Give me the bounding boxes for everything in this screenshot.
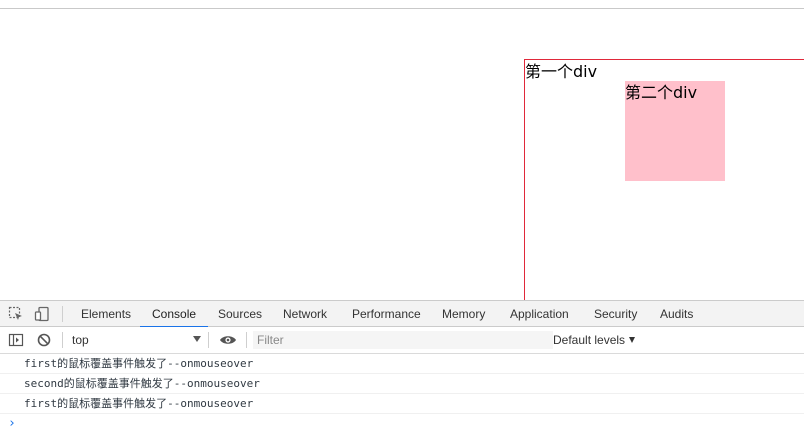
- levels-dropdown-arrow-icon: [629, 337, 636, 343]
- first-div-label: 第一个div: [525, 62, 598, 81]
- console-log-row: first的鼠标覆盖事件触发了--onmouseover: [0, 394, 804, 414]
- console-filter-input[interactable]: [253, 331, 553, 349]
- console-toolbar: top Default levels: [0, 327, 804, 354]
- tabbar-separator: [62, 306, 63, 322]
- console-log-row: first的鼠标覆盖事件触发了--onmouseover: [0, 354, 804, 374]
- toolbar-separator: [246, 332, 247, 348]
- page-top-divider: [0, 8, 804, 9]
- second-div-box[interactable]: 第二个div: [625, 81, 725, 181]
- toolbar-separator: [208, 332, 209, 348]
- tab-network[interactable]: Network: [281, 301, 329, 327]
- tab-performance[interactable]: Performance: [350, 301, 423, 327]
- context-dropdown-arrow-icon[interactable]: [193, 336, 201, 342]
- tab-audits[interactable]: Audits: [658, 301, 695, 327]
- tab-elements[interactable]: Elements: [79, 301, 133, 327]
- second-div-label: 第二个div: [625, 83, 698, 102]
- live-expression-eye-icon[interactable]: [218, 331, 238, 349]
- inspect-element-icon[interactable]: [7, 305, 25, 323]
- devtools-tabbar: Elements Console Sources Network Perform…: [0, 300, 804, 328]
- device-toolbar-icon[interactable]: [33, 305, 51, 323]
- console-prompt-chevron-icon[interactable]: ›: [8, 416, 16, 431]
- toolbar-separator: [62, 332, 63, 348]
- log-levels-label: Default levels: [553, 333, 626, 347]
- tab-security[interactable]: Security: [592, 301, 639, 327]
- tab-application[interactable]: Application: [508, 301, 571, 327]
- tab-memory[interactable]: Memory: [440, 301, 487, 327]
- sidebar-toggle-icon[interactable]: [7, 331, 25, 349]
- context-selector[interactable]: top: [72, 327, 89, 353]
- console-log-row: second的鼠标覆盖事件触发了--onmouseover: [0, 374, 804, 394]
- devtools-panel: Elements Console Sources Network Perform…: [0, 300, 804, 441]
- log-levels-dropdown[interactable]: Default levels: [553, 327, 636, 353]
- tab-sources[interactable]: Sources: [216, 301, 264, 327]
- tab-console[interactable]: Console: [139, 301, 209, 328]
- console-messages: first的鼠标覆盖事件触发了--onmouseover second的鼠标覆盖…: [0, 354, 804, 414]
- clear-console-icon[interactable]: [35, 331, 53, 349]
